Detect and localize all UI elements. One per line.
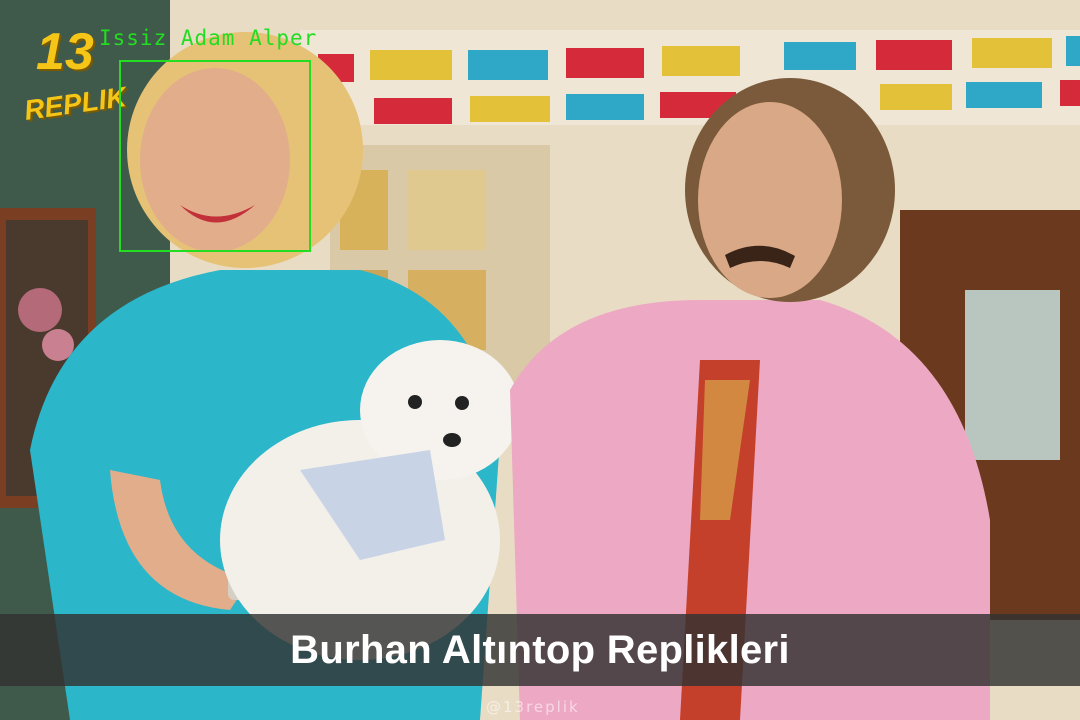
- face-detection-label: Issiz Adam Alper: [99, 26, 318, 50]
- cabinet-glass: [965, 290, 1060, 460]
- caption-title: Burhan Altıntop Replikleri: [290, 627, 790, 672]
- photo-scene: 13 REPLIK Issiz Adam Alper Burhan Altınt…: [0, 0, 1080, 720]
- face-detection-box: [119, 60, 311, 252]
- logo-word: REPLIK: [22, 81, 129, 126]
- caption-bar: Burhan Altıntop Replikleri: [0, 614, 1080, 686]
- logo-number: 13: [36, 23, 94, 81]
- watermark: @13replik: [486, 698, 580, 716]
